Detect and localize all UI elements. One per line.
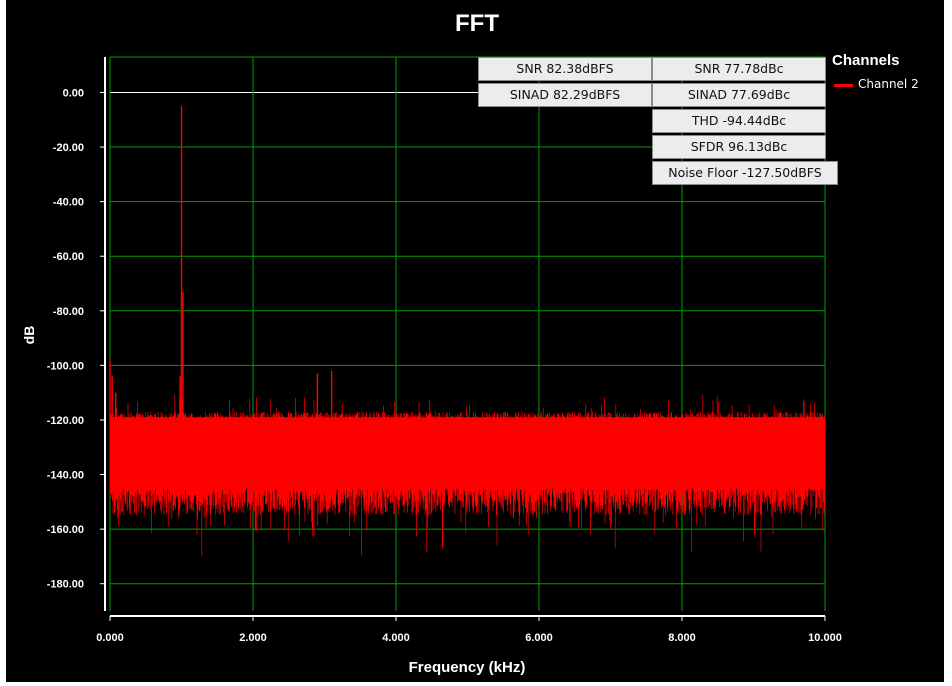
y-tick-label: -20.00	[53, 142, 84, 154]
sinad-dbc-box: SINAD 77.69dBc	[652, 83, 826, 107]
y-tick-label: -140.00	[47, 470, 84, 482]
y-tick-label: -100.00	[47, 360, 84, 372]
x-tick-label: 6.000	[525, 632, 553, 644]
noise-floor-box: Noise Floor -127.50dBFS	[652, 161, 838, 185]
x-tick-label: 0.000	[96, 632, 124, 644]
y-tick-label: -40.00	[53, 197, 84, 209]
y-axis-label: dB	[21, 326, 37, 345]
sfdr-box: SFDR 96.13dBc	[652, 135, 826, 159]
snr-dbc-box: SNR 77.78dBc	[652, 57, 826, 81]
y-tick-label: -160.00	[47, 524, 84, 536]
x-tick-label: 8.000	[668, 632, 696, 644]
x-axis-label: Frequency (kHz)	[409, 659, 526, 676]
x-tick-label: 10.000	[808, 632, 842, 644]
y-tick-label: -60.00	[53, 251, 84, 263]
sinad-dbfs-box: SINAD 82.29dBFS	[478, 83, 652, 107]
legend-title: Channels	[832, 52, 900, 69]
legend-label-channel-2: Channel 2	[858, 77, 919, 91]
legend-swatch-channel-2	[834, 84, 853, 87]
y-tick-label: 0.00	[63, 87, 84, 99]
y-tick-label: -80.00	[53, 306, 84, 318]
x-tick-label: 2.000	[239, 632, 267, 644]
noise-band-core	[110, 417, 825, 467]
snr-dbfs-box: SNR 82.38dBFS	[478, 57, 652, 81]
y-tick-label: -180.00	[47, 579, 84, 591]
x-tick-label: 4.000	[382, 632, 410, 644]
fundamental-base	[180, 398, 183, 489]
thd-box: THD -94.44dBc	[652, 109, 826, 133]
chart-frame: FFT 0.00 -20.00 -40.00 -60.00 -80.00 -100.00 -…	[6, 0, 944, 682]
y-tick-label: -120.00	[47, 415, 84, 427]
chart-title: FFT	[455, 10, 499, 37]
